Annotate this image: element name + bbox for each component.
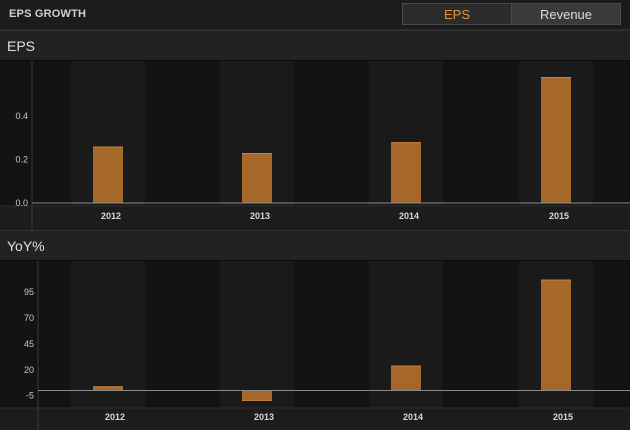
- metric-toggle[interactable]: EPS Revenue: [402, 3, 621, 25]
- yoy-section-title: YoY%: [7, 238, 45, 254]
- eps-section-title: EPS: [7, 38, 36, 54]
- yoy-x-tick-label: 2012: [105, 412, 125, 422]
- eps-bar-edge: [93, 146, 123, 148]
- eps-y-tick-label: 0.4: [15, 111, 28, 121]
- eps-x-tick-label: 2015: [549, 211, 569, 221]
- eps-bar-2012[interactable]: [93, 146, 123, 203]
- revenue-toggle-button[interactable]: Revenue: [512, 4, 620, 24]
- yoy-section-header: YoY%: [0, 230, 630, 261]
- yoy-bar-edge: [541, 279, 571, 281]
- header-bar: EPS GROWTH EPS Revenue: [0, 0, 630, 30]
- yoy-bar-2013[interactable]: [242, 390, 272, 401]
- yoy-column-band: [220, 261, 294, 408]
- yoy-bar-edge: [93, 386, 123, 388]
- eps-x-tick-label: 2014: [399, 211, 419, 221]
- yoy-bar-chart: -5 20 45 70 95 2012 2013 2014 2015: [0, 261, 630, 430]
- eps-bar-2015[interactable]: [541, 77, 571, 203]
- yoy-bar-edge: [242, 399, 272, 401]
- yoy-y-tick-label: 95: [24, 287, 34, 297]
- eps-toggle-button[interactable]: EPS: [403, 4, 512, 24]
- eps-y-tick-label: 0.0: [15, 198, 28, 208]
- eps-bar-edge: [541, 77, 571, 79]
- yoy-x-axis-strip: [0, 408, 630, 430]
- yoy-bar-2014[interactable]: [391, 365, 421, 391]
- widget-title: EPS GROWTH: [9, 8, 87, 20]
- eps-section-header: EPS: [0, 30, 630, 61]
- eps-bar-edge: [242, 153, 272, 155]
- yoy-x-tick-label: 2013: [254, 412, 274, 422]
- eps-x-axis-strip: [0, 206, 630, 230]
- yoy-x-tick-label: 2014: [403, 412, 423, 422]
- eps-bar-2013[interactable]: [242, 153, 272, 203]
- yoy-y-tick-label: -5: [26, 391, 34, 401]
- eps-bar-2014[interactable]: [391, 142, 421, 203]
- yoy-y-tick-label: 70: [24, 313, 34, 323]
- eps-y-tick-label: 0.2: [15, 155, 28, 165]
- yoy-x-tick-label: 2015: [553, 412, 573, 422]
- yoy-y-tick-label: 45: [24, 339, 34, 349]
- yoy-bar-edge: [391, 365, 421, 367]
- eps-bar-chart: 0.0 0.2 0.4 2012 2013 2014 2015: [0, 61, 630, 230]
- yoy-column-band: [71, 261, 145, 408]
- eps-x-tick-label: 2012: [101, 211, 121, 221]
- eps-x-tick-label: 2013: [250, 211, 270, 221]
- yoy-bar-2015[interactable]: [541, 279, 571, 391]
- yoy-y-tick-label: 20: [24, 365, 34, 375]
- eps-bar-edge: [391, 142, 421, 144]
